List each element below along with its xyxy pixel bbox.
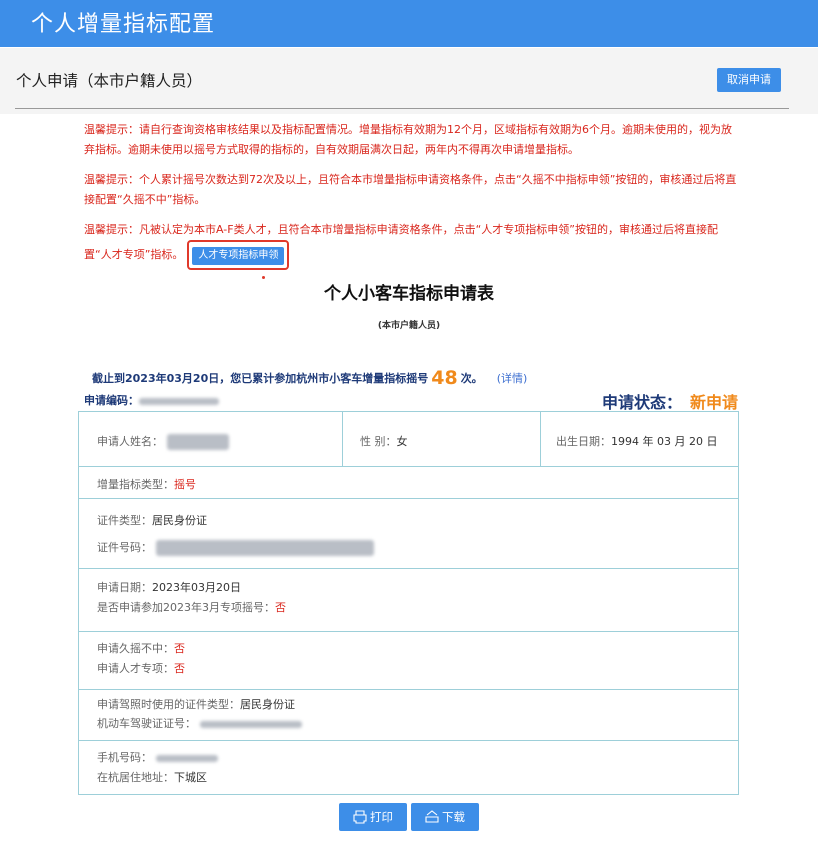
talent-apply-button[interactable]: 人才专项指标申领 bbox=[192, 247, 285, 265]
license-number: 机动车驾驶证证号： bbox=[97, 715, 302, 731]
talent-button-highlight: 人才专项指标申领 bbox=[187, 240, 290, 270]
table-row-date: 申请日期：2023年03月20日 是否申请参加2023年3月专项摇号：否 bbox=[79, 569, 738, 632]
long-lottery: 申请久摇不中：否 bbox=[97, 640, 185, 656]
status-value: 新申请 bbox=[690, 393, 739, 412]
action-buttons: 打印 下载 bbox=[0, 803, 818, 831]
count-prefix: 截止到2023年03月20日，您已累计参加杭州市小客车增量指标摇号 bbox=[92, 372, 429, 385]
name-redacted bbox=[167, 434, 229, 450]
table-row-type: 增量指标类型：摇号 bbox=[79, 467, 738, 499]
type-label: 增量指标类型： bbox=[97, 478, 174, 491]
application-code: 申请编码： bbox=[84, 392, 219, 408]
code-label: 申请编码： bbox=[84, 394, 139, 407]
long-value: 否 bbox=[174, 642, 185, 655]
section-title: 个人申请（本市户籍人员） bbox=[16, 72, 203, 90]
name-label: 申请人姓名： bbox=[97, 435, 163, 448]
form-subtitle: (本市户籍人员) bbox=[377, 321, 441, 331]
application-table: 申请人姓名： 性 别：女 出生日期：1994 年 03 月 20 日 增量指标类… bbox=[78, 411, 739, 795]
print-icon bbox=[353, 810, 367, 824]
column-divider bbox=[342, 412, 343, 467]
gender-label: 性 别： bbox=[360, 435, 397, 448]
lottery-count-line: 截止到2023年03月20日，您已累计参加杭州市小客车增量指标摇号 48 次。 (详情… bbox=[92, 367, 527, 389]
talent-label: 申请人才专项： bbox=[97, 662, 174, 675]
id-no-label: 证件号码： bbox=[97, 541, 152, 554]
download-label: 下载 bbox=[442, 810, 465, 824]
id-type-label: 证件类型： bbox=[97, 514, 152, 527]
phone-label: 手机号码： bbox=[97, 751, 152, 764]
address-value: 下城区 bbox=[174, 771, 207, 784]
birth-date: 出生日期：1994 年 03 月 20 日 bbox=[556, 433, 717, 449]
page-title: 个人增量指标配置 bbox=[31, 12, 216, 37]
detail-link[interactable]: (详情) bbox=[497, 372, 528, 385]
applicant-name: 申请人姓名： bbox=[97, 433, 229, 450]
address-label: 在杭居住地址： bbox=[97, 771, 174, 784]
notice-talent-text: 温馨提示：凡被认定为本市A-F类人才，且符合本市增量指标申请资格条件，点击“人才… bbox=[84, 223, 718, 261]
phone-redacted bbox=[156, 754, 218, 762]
divider bbox=[15, 108, 789, 109]
notice-validity: 温馨提示：请自行查询资格审核结果以及指标配置情况。增量指标有效期为12个月，区域… bbox=[84, 123, 732, 156]
print-button[interactable]: 打印 bbox=[339, 803, 407, 831]
id-type: 证件类型：居民身份证 bbox=[97, 512, 207, 528]
cancel-application-button[interactable]: 取消申请 bbox=[717, 68, 781, 92]
lottery-count: 48 bbox=[431, 367, 458, 389]
talent-special: 申请人才专项：否 bbox=[97, 660, 185, 676]
gender: 性 别：女 bbox=[360, 433, 408, 449]
id-type-value: 居民身份证 bbox=[152, 514, 207, 527]
column-divider bbox=[540, 412, 541, 467]
talent-value: 否 bbox=[174, 662, 185, 675]
apply-date-label: 申请日期： bbox=[97, 581, 152, 594]
table-row-license: 申请驾照时使用的证件类型：居民身份证 机动车驾驶证证号： bbox=[79, 690, 738, 741]
license-id-type: 申请驾照时使用的证件类型：居民身份证 bbox=[97, 696, 295, 712]
notice-talent: 温馨提示：凡被认定为本市A-F类人才，且符合本市增量指标申请资格条件，点击“人才… bbox=[84, 220, 740, 270]
license-number-redacted bbox=[200, 720, 302, 728]
top-bar: 个人增量指标配置 bbox=[0, 0, 818, 47]
count-suffix: 次。 bbox=[460, 372, 483, 385]
special-value: 否 bbox=[275, 601, 286, 614]
form-title: 个人小客车指标申请表 bbox=[324, 284, 494, 304]
download-icon bbox=[425, 810, 439, 823]
indicator-type: 增量指标类型：摇号 bbox=[97, 476, 196, 492]
table-row-options: 申请久摇不中：否 申请人才专项：否 bbox=[79, 632, 738, 690]
apply-date: 申请日期：2023年03月20日 bbox=[97, 579, 241, 595]
status-label: 申请状态： bbox=[602, 393, 683, 412]
phone: 手机号码： bbox=[97, 749, 218, 765]
address: 在杭居住地址：下城区 bbox=[97, 769, 207, 785]
table-row-contact: 手机号码： 在杭居住地址：下城区 bbox=[79, 741, 738, 794]
license-no-label: 机动车驾驶证证号： bbox=[97, 717, 196, 730]
code-redacted bbox=[139, 397, 219, 405]
long-label: 申请久摇不中： bbox=[97, 642, 174, 655]
id-number-redacted bbox=[156, 540, 374, 556]
application-status: 申请状态： 新申请 bbox=[602, 389, 738, 413]
special-label: 是否申请参加2023年3月专项摇号： bbox=[97, 601, 275, 614]
birth-value: 1994 年 03 月 20 日 bbox=[611, 435, 718, 448]
license-id-type-value: 居民身份证 bbox=[240, 698, 295, 711]
special-lottery: 是否申请参加2023年3月专项摇号：否 bbox=[97, 599, 286, 615]
sub-header: 个人申请（本市户籍人员） bbox=[0, 48, 818, 114]
type-value: 摇号 bbox=[174, 478, 196, 491]
download-button[interactable]: 下载 bbox=[411, 803, 479, 831]
table-row-applicant: 申请人姓名： 性 别：女 出生日期：1994 年 03 月 20 日 bbox=[79, 412, 738, 467]
id-number: 证件号码： bbox=[97, 539, 374, 556]
print-label: 打印 bbox=[370, 810, 393, 824]
apply-date-value: 2023年03月20日 bbox=[152, 581, 241, 594]
table-row-id: 证件类型：居民身份证 证件号码： bbox=[79, 499, 738, 569]
license-id-type-label: 申请驾照时使用的证件类型： bbox=[97, 698, 240, 711]
gender-value: 女 bbox=[396, 435, 408, 448]
notice-long-lottery: 温馨提示：个人累计摇号次数达到72次及以上，且符合本市增量指标申请资格条件，点击… bbox=[84, 173, 737, 206]
birth-label: 出生日期： bbox=[556, 435, 611, 448]
